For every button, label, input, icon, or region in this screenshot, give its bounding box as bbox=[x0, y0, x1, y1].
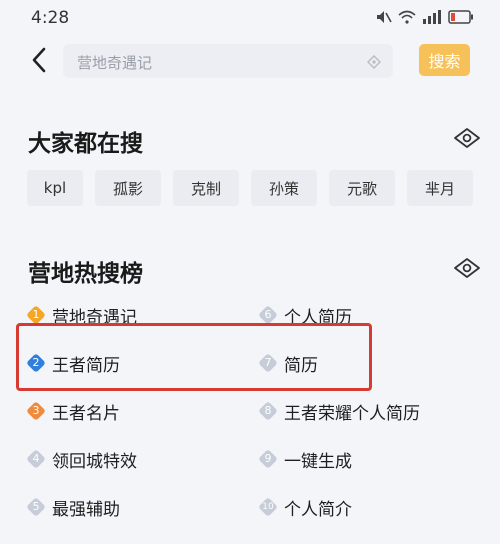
hot-item-label: 王者荣耀个人简历 bbox=[284, 403, 420, 424]
rank-badge: 6 bbox=[258, 305, 278, 325]
eye-icon[interactable] bbox=[453, 127, 481, 149]
wifi-icon bbox=[398, 10, 416, 24]
hot-item-8[interactable]: 8 王者荣耀个人简历 bbox=[258, 396, 420, 426]
battery-icon bbox=[448, 10, 473, 24]
popular-section-title: 大家都在搜 bbox=[28, 131, 143, 157]
search-button[interactable]: 搜索 bbox=[419, 44, 470, 76]
rank-number: 10 bbox=[262, 502, 274, 512]
rank-badge: 8 bbox=[258, 401, 278, 421]
tag-item[interactable]: kpl bbox=[27, 170, 83, 206]
hot-item-label: 领回城特效 bbox=[52, 451, 137, 472]
rank-number: 8 bbox=[264, 404, 272, 417]
rank-number: 4 bbox=[32, 452, 40, 465]
mute-icon bbox=[377, 11, 392, 23]
status-icons bbox=[374, 9, 474, 25]
hot-item-3[interactable]: 3 王者名片 bbox=[26, 396, 120, 426]
search-input[interactable]: 营地奇遇记 bbox=[63, 44, 393, 78]
rank-number: 1 bbox=[32, 308, 40, 321]
rank-badge: 10 bbox=[258, 497, 278, 517]
highlight-box bbox=[16, 323, 372, 391]
status-bar: 4:28 bbox=[0, 0, 500, 34]
hot-item-label: 王者名片 bbox=[52, 403, 120, 424]
back-button[interactable] bbox=[26, 44, 52, 76]
rank-badge: 4 bbox=[26, 449, 46, 469]
status-time: 4:28 bbox=[31, 8, 70, 28]
signal-icon bbox=[423, 10, 441, 24]
hot-item-label: 最强辅助 bbox=[52, 499, 120, 520]
back-arrow-icon bbox=[32, 47, 46, 73]
rank-badge: 3 bbox=[26, 401, 46, 421]
rank-number: 5 bbox=[32, 500, 40, 513]
rank-number: 9 bbox=[264, 452, 272, 465]
eye-icon[interactable] bbox=[453, 257, 481, 279]
rank-number: 6 bbox=[264, 308, 272, 321]
tag-item[interactable]: 孙策 bbox=[251, 170, 317, 206]
hot-item-5[interactable]: 5 最强辅助 bbox=[26, 492, 120, 522]
rank-badge: 9 bbox=[258, 449, 278, 469]
tag-item[interactable]: 芈月 bbox=[407, 170, 473, 206]
rank-badge: 1 bbox=[26, 305, 46, 325]
rank-badge: 5 bbox=[26, 497, 46, 517]
tag-item[interactable]: 元歌 bbox=[329, 170, 395, 206]
hot-item-10[interactable]: 10 个人简介 bbox=[258, 492, 352, 522]
hot-section-title: 营地热搜榜 bbox=[28, 261, 143, 287]
hot-item-label: 个人简介 bbox=[284, 499, 352, 520]
search-placeholder: 营地奇遇记 bbox=[77, 54, 153, 72]
clear-icon[interactable] bbox=[367, 55, 381, 69]
rank-number: 3 bbox=[32, 404, 40, 417]
hot-item-9[interactable]: 9 一键生成 bbox=[258, 444, 352, 474]
hot-item-4[interactable]: 4 领回城特效 bbox=[26, 444, 137, 474]
tag-item[interactable]: 克制 bbox=[173, 170, 239, 206]
hot-item-label: 一键生成 bbox=[284, 451, 352, 472]
tag-item[interactable]: 孤影 bbox=[95, 170, 161, 206]
